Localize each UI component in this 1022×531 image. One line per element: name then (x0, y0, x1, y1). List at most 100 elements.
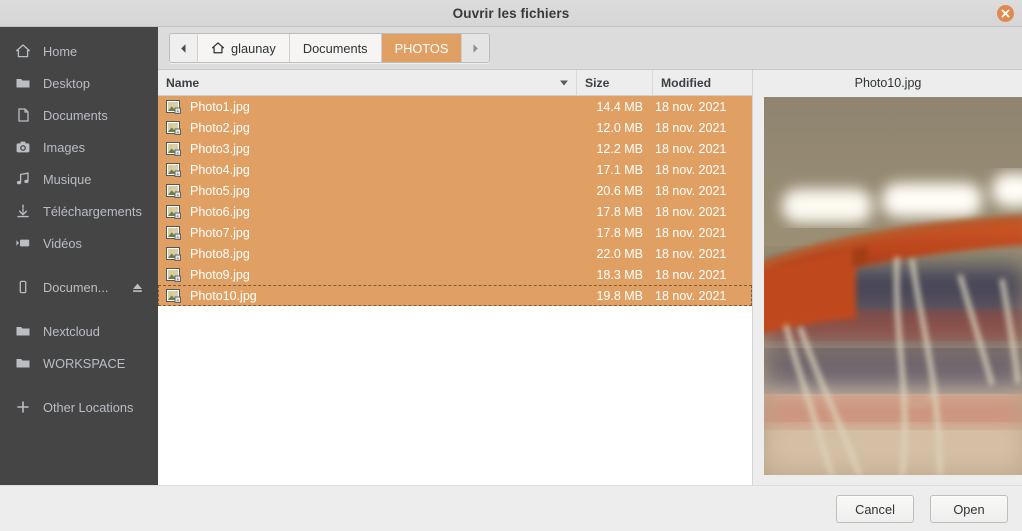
file-list-body: Photo1.jpg 14.4 MB 18 nov. 2021 Photo2.j… (158, 96, 752, 306)
sidebar-item-musique[interactable]: Musique (0, 163, 158, 195)
file-modified: 18 nov. 2021 (655, 141, 727, 156)
file-chooser-dialog: Ouvrir les fichiers Home Desktop Documen… (0, 0, 1022, 531)
sidebar-item-label: WORKSPACE (43, 355, 126, 371)
table-row[interactable]: Photo1.jpg 14.4 MB 18 nov. 2021 (158, 96, 752, 117)
file-size: 19.8 MB (596, 288, 643, 303)
file-name: Photo1.jpg (190, 99, 250, 114)
file-size: 18.3 MB (596, 267, 643, 282)
file-size: 20.6 MB (596, 183, 643, 198)
file-modified: 18 nov. 2021 (655, 99, 727, 114)
sidebar-item-label: Home (43, 43, 78, 59)
file-modified: 18 nov. 2021 (655, 267, 727, 282)
file-name: Photo3.jpg (190, 141, 250, 156)
breadcrumb-forward-button[interactable] (462, 34, 490, 62)
table-row[interactable]: Photo9.jpg 18.3 MB 18 nov. 2021 (158, 264, 752, 285)
download-icon (14, 202, 32, 220)
sidebar-item-desktop[interactable]: Desktop (0, 67, 158, 99)
chevron-right-icon (473, 43, 479, 53)
file-name: Photo8.jpg (190, 246, 250, 261)
camera-icon (14, 138, 32, 156)
table-row[interactable]: Photo7.jpg 17.8 MB 18 nov. 2021 (158, 222, 752, 243)
file-size: 17.8 MB (596, 225, 643, 240)
sidebar-device-label: Documen... (43, 279, 109, 295)
file-size: 12.0 MB (596, 120, 643, 135)
sidebar-item-label: Téléchargements (43, 203, 142, 219)
file-modified: 18 nov. 2021 (655, 288, 727, 303)
table-row[interactable]: Photo6.jpg 17.8 MB 18 nov. 2021 (158, 201, 752, 222)
breadcrumb-back-button[interactable] (170, 34, 198, 62)
titlebar: Ouvrir les fichiers (0, 0, 1022, 27)
breadcrumb-item-documents[interactable]: Documents (289, 34, 382, 62)
table-row[interactable]: Photo4.jpg 17.1 MB 18 nov. 2021 (158, 159, 752, 180)
image-file-icon (166, 204, 181, 219)
music-icon (14, 170, 32, 188)
image-file-icon (166, 288, 181, 303)
file-name-cell: Photo7.jpg (158, 225, 577, 240)
sidebar-bookmark-nextcloud[interactable]: Nextcloud (0, 315, 158, 347)
file-name: Photo2.jpg (190, 120, 250, 135)
file-name-cell: Photo1.jpg (158, 99, 577, 114)
sidebar-item-videos[interactable]: Vidéos (0, 227, 158, 259)
breadcrumb-item-glaunay[interactable]: glaunay (198, 34, 290, 62)
cancel-button[interactable]: Cancel (836, 495, 914, 523)
file-modified: 18 nov. 2021 (655, 120, 727, 135)
video-icon (14, 234, 32, 252)
sidebar-item-label: Vidéos (43, 235, 82, 251)
file-size: 22.0 MB (596, 246, 643, 261)
drive-icon (14, 278, 32, 296)
sidebar-device-documen[interactable]: Documen... (0, 271, 158, 303)
table-row[interactable]: Photo8.jpg 22.0 MB 18 nov. 2021 (158, 243, 752, 264)
table-row[interactable]: Photo2.jpg 12.0 MB 18 nov. 2021 (158, 117, 752, 138)
sidebar: Home Desktop Documents Images Musique Té… (0, 27, 158, 485)
window-title: Ouvrir les fichiers (452, 5, 570, 21)
breadcrumb-item-photos[interactable]: PHOTOS (381, 34, 463, 62)
image-file-icon (166, 141, 181, 156)
file-modified: 18 nov. 2021 (655, 162, 727, 177)
image-file-icon (166, 183, 181, 198)
table-row[interactable]: Photo5.jpg 20.6 MB 18 nov. 2021 (158, 180, 752, 201)
sidebar-item-images[interactable]: Images (0, 131, 158, 163)
preview-filename: Photo10.jpg (854, 76, 922, 90)
column-header-name[interactable]: Name (158, 70, 577, 95)
folder-icon (14, 74, 32, 92)
column-header-label: Name (166, 75, 200, 90)
file-modified: 18 nov. 2021 (655, 204, 727, 219)
sidebar-item-home[interactable]: Home (0, 35, 158, 67)
breadcrumb: glaunay Documents PHOTOS (169, 33, 491, 63)
chevron-left-icon (181, 43, 186, 53)
file-size: 12.2 MB (596, 141, 643, 156)
sidebar-item-telechargements[interactable]: Téléchargements (0, 195, 158, 227)
file-list-header: Name Size Modified (158, 70, 752, 96)
sidebar-item-label: Other Locations (43, 399, 134, 415)
sidebar-separator (0, 303, 158, 315)
file-modified: 18 nov. 2021 (655, 183, 727, 198)
footer: Cancel Open (0, 485, 1022, 531)
file-name-cell: Photo5.jpg (158, 183, 577, 198)
sidebar-item-documents[interactable]: Documents (0, 99, 158, 131)
open-button[interactable]: Open (930, 495, 1008, 523)
table-row[interactable]: Photo10.jpg 19.8 MB 18 nov. 2021 (158, 285, 752, 306)
home-icon (14, 42, 32, 60)
close-icon[interactable] (997, 5, 1014, 22)
file-list: Name Size Modified Photo1.jpg 14.4 MB 18… (158, 70, 753, 485)
file-size: 17.8 MB (596, 204, 643, 219)
table-row[interactable]: Photo3.jpg 12.2 MB 18 nov. 2021 (158, 138, 752, 159)
column-header-size[interactable]: Size (577, 70, 653, 95)
sidebar-bookmark-workspace[interactable]: WORKSPACE (0, 347, 158, 379)
file-name: Photo4.jpg (190, 162, 250, 177)
document-icon (14, 106, 32, 124)
file-name: Photo9.jpg (190, 267, 250, 282)
sidebar-item-label: Nextcloud (43, 323, 100, 339)
file-modified: 18 nov. 2021 (655, 246, 727, 261)
sidebar-item-other-locations[interactable]: Other Locations (0, 391, 158, 423)
eject-icon[interactable] (130, 280, 144, 294)
sidebar-item-label: Musique (43, 171, 92, 187)
file-name-cell: Photo2.jpg (158, 120, 577, 135)
file-name: Photo10.jpg (190, 288, 257, 303)
sort-descending-icon (560, 80, 568, 85)
breadcrumb-label: Documents (302, 40, 368, 56)
column-header-modified[interactable]: Modified (653, 70, 752, 95)
home-icon (211, 41, 225, 55)
column-header-label: Modified (661, 75, 712, 90)
file-name: Photo6.jpg (190, 204, 250, 219)
